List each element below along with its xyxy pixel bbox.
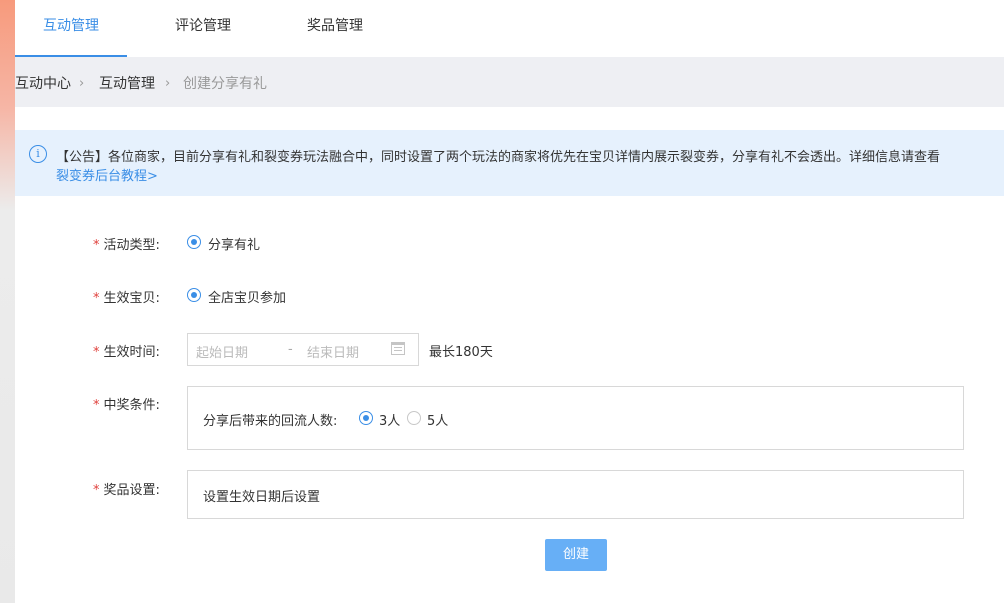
start-date-input[interactable]: 起始日期 (196, 342, 248, 361)
end-date-input[interactable]: 结束日期 (307, 342, 359, 361)
condition-text: 分享后带来的回流人数: (203, 414, 338, 429)
chevron-right-icon: › (79, 76, 85, 91)
winning-condition-panel: 分享后带来的回流人数: 3人 5人 (187, 386, 964, 450)
activity-type-option: 分享有礼 (208, 238, 261, 253)
info-icon: i (29, 145, 47, 163)
activity-type-label: * 活动类型: (93, 238, 160, 253)
condition-option-3: 3人 (379, 414, 401, 429)
date-separator: - (288, 342, 293, 357)
required-asterisk: * (93, 398, 100, 413)
condition-option-5: 5人 (427, 414, 449, 429)
required-asterisk: * (93, 483, 100, 498)
left-decoration-strip (0, 0, 15, 603)
condition-radio-5[interactable] (407, 411, 421, 425)
prize-setting-text: 设置生效日期后设置 (203, 490, 321, 505)
date-range-picker[interactable]: 起始日期 - 结束日期 (187, 333, 419, 366)
required-asterisk: * (93, 345, 100, 360)
time-hint: 最长180天 (429, 345, 493, 360)
notice-banner: i 【公告】各位商家，目前分享有礼和裂变券玩法融合中，同时设置了两个玩法的商家将… (15, 130, 1004, 196)
tab-interaction-management[interactable]: 互动管理 (15, 0, 127, 57)
tab-prize-management[interactable]: 奖品管理 (297, 0, 373, 57)
winning-condition-label: * 中奖条件: (93, 398, 160, 413)
all-items-radio[interactable] (187, 288, 201, 302)
required-asterisk: * (93, 291, 100, 306)
prize-setting-panel: 设置生效日期后设置 (187, 470, 964, 519)
all-items-option: 全店宝贝参加 (208, 291, 287, 306)
effective-items-label: * 生效宝贝: (93, 291, 160, 306)
prize-setting-label: * 奖品设置: (93, 483, 160, 498)
notice-text: 【公告】各位商家，目前分享有礼和裂变券玩法融合中，同时设置了两个玩法的商家将优先… (56, 150, 941, 165)
effective-time-label: * 生效时间: (93, 345, 160, 360)
tutorial-link[interactable]: 裂变券后台教程> (56, 165, 158, 184)
breadcrumb-item-current: 创建分享有礼 (183, 76, 267, 92)
breadcrumb-item-interaction-management[interactable]: 互动管理 (99, 57, 155, 111)
tab-bar: 互动管理 评论管理 奖品管理 (15, 0, 1004, 57)
required-asterisk: * (93, 238, 100, 253)
breadcrumb: 互动中心 › 互动管理 › 创建分享有礼 (15, 57, 1004, 107)
create-button[interactable]: 创建 (545, 539, 607, 571)
activity-type-radio[interactable] (187, 235, 201, 249)
condition-radio-3[interactable] (359, 411, 373, 425)
calendar-icon[interactable] (391, 342, 405, 355)
chevron-right-icon: › (165, 76, 171, 91)
breadcrumb-item-interaction-center[interactable]: 互动中心 (15, 57, 71, 111)
tab-comment-management[interactable]: 评论管理 (165, 0, 241, 57)
